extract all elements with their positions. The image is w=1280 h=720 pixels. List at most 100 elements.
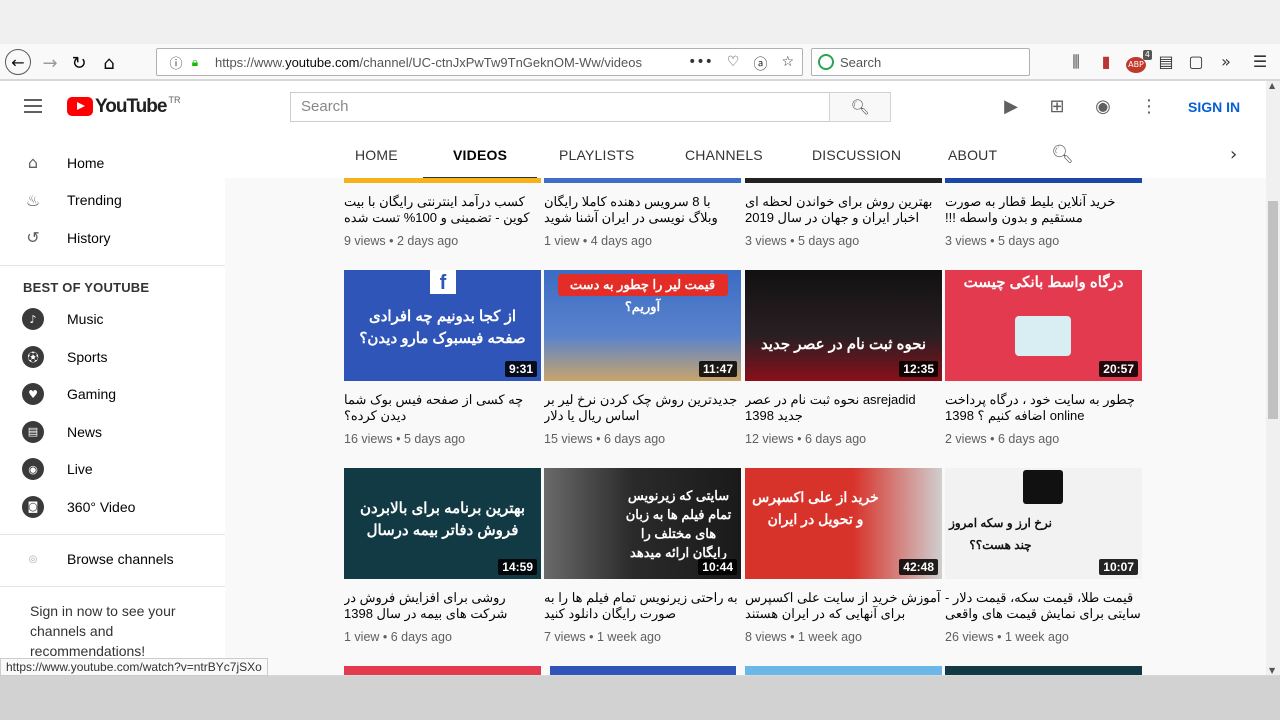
forward-button[interactable]: → <box>37 50 63 76</box>
video-title[interactable]: روشی برای افزایش فروش در شرکت های بیمه د… <box>344 590 541 622</box>
sidebar-item-music[interactable]: ♪ Music <box>0 301 225 339</box>
pocket-icon[interactable]: ♡ <box>727 54 740 74</box>
video-card[interactable]: درگاه واسط بانکی چیست 20:57 چطور به سایت… <box>945 270 1142 446</box>
video-thumbnail[interactable] <box>745 666 942 675</box>
video-meta: 7 views • 1 week ago <box>544 630 661 644</box>
scroll-down-arrow-icon[interactable]: ▼ <box>1269 666 1275 675</box>
video-thumbnail[interactable]: خرید از علی اکسپرس و تحویل در ایران 42:4… <box>745 468 942 579</box>
video-card[interactable]: نرخ ارز و سکه امروز چند هست؟؟ 10:07 قیمت… <box>945 468 1142 644</box>
tab-channels[interactable]: CHANNELS <box>685 147 763 163</box>
video-title[interactable]: asrejadid نحوه ثبت نام در عصر جدید 1398 <box>745 392 942 424</box>
video-thumbnail[interactable]: f از کجا بدونیم چه افرادی صفحه فیسبوک ما… <box>344 270 541 381</box>
youtube-header: YouTube TR Search 🔍︎ ▶ ⊞ ◉ ⋮ SIGN IN <box>0 81 1266 133</box>
browser-search-field[interactable]: Search <box>811 48 1030 76</box>
video-duration: 10:44 <box>698 559 737 575</box>
channel-search-icon[interactable]: 🔍︎ <box>1051 144 1074 165</box>
video-card[interactable]: سایتی که زیرنویس تمام فیلم ها به زبان ها… <box>544 468 741 644</box>
scroll-up-arrow-icon[interactable]: ▲ <box>1269 81 1275 90</box>
lock-icon[interactable]: 🔒︎ <box>187 55 203 70</box>
info-icon[interactable]: ⓘ <box>165 53 187 72</box>
video-card[interactable]: خرید آنلاین بلیط قطار به صورت مستقیم و ب… <box>945 178 1142 248</box>
vr-icon: ◙ <box>22 495 44 518</box>
page-actions-icon[interactable]: ••• <box>688 54 713 74</box>
video-meta: 3 views • 5 days ago <box>945 234 1060 248</box>
video-title[interactable]: قیمت طلا، قیمت سکه، قیمت دلار - سایتی بر… <box>945 590 1142 622</box>
video-card[interactable]: کسب درآمد اینترنتی رایگان با بیت کوین - … <box>344 178 541 248</box>
video-card[interactable]: بهترین برنامه برای بالابردن فروش دفاتر ب… <box>344 468 541 644</box>
video-card[interactable]: خرید از علی اکسپرس و تحویل در ایران 42:4… <box>745 468 942 644</box>
youtube-search-button[interactable]: 🔍︎ <box>829 92 891 122</box>
youtube-logo[interactable]: YouTube TR <box>67 95 180 116</box>
tab-discussion[interactable]: DISCUSSION <box>812 147 901 163</box>
sidebar-item-home[interactable]: ⌂ Home <box>0 144 225 182</box>
video-thumbnail[interactable] <box>550 666 736 675</box>
sidebar-item-trending[interactable]: ♨ Trending <box>0 182 225 220</box>
sidebar-item-gaming[interactable]: ♥ Gaming <box>0 376 225 414</box>
home-button[interactable]: ⌂ <box>96 50 122 76</box>
tab-home[interactable]: HOME <box>355 147 398 163</box>
library-icon[interactable]: ⫼ <box>1066 52 1086 73</box>
sidebar-item-news[interactable]: ▤ News <box>0 413 225 451</box>
bookmark-star-icon[interactable]: ☆ <box>781 54 794 74</box>
video-card[interactable]: f از کجا بدونیم چه افرادی صفحه فیسبوک ما… <box>344 270 541 446</box>
guide-sidebar: ⌂ Home ♨ Trending ↺ History BEST OF YOUTUBE… <box>0 133 225 659</box>
extension-icon[interactable]: ▮ <box>1096 52 1116 73</box>
overflow-chevron-icon[interactable]: » <box>1216 52 1236 73</box>
messages-icon[interactable]: ◉ <box>1092 96 1114 117</box>
url-bar[interactable]: ⓘ 🔒︎ https://www.youtube.com/channel/UC-… <box>156 48 803 76</box>
tab-videos[interactable]: VIDEOS <box>422 147 538 179</box>
tabs-next-chevron-icon[interactable]: › <box>1230 144 1237 165</box>
video-thumbnail[interactable] <box>945 666 1142 675</box>
video-title[interactable]: چطور به سایت خود ، درگاه پرداخت online ا… <box>945 392 1142 424</box>
apps-grid-icon[interactable]: ⊞ <box>1046 96 1068 117</box>
video-card[interactable]: نحوه ثبت نام در عصر جدید 12:35 asrejadid… <box>745 270 942 446</box>
video-thumbnail[interactable]: درگاه واسط بانکی چیست 20:57 <box>945 270 1142 381</box>
video-thumbnail[interactable] <box>344 666 541 675</box>
browse-channels-icon: ◎ <box>28 553 38 565</box>
adblock-icon[interactable]: ABP 4 <box>1126 50 1152 73</box>
window-icon[interactable]: ▢ <box>1186 52 1206 73</box>
video-title[interactable]: جدیدترین روش چک کردن نرخ لیر بر اساس ریا… <box>544 392 741 424</box>
video-title[interactable]: بهترین روش برای خواندن لحظه ای اخبار ایر… <box>745 194 942 226</box>
video-duration: 14:59 <box>498 559 537 575</box>
video-card[interactable]: بهترین روش برای خواندن لحظه ای اخبار ایر… <box>745 178 942 248</box>
video-meta: 1 view • 4 days ago <box>544 234 652 248</box>
video-thumbnail[interactable]: قیمت لیر را چطور به دست آوریم؟ 11:47 <box>544 270 741 381</box>
video-title[interactable]: خرید آنلاین بلیط قطار به صورت مستقیم و ب… <box>945 194 1142 226</box>
video-meta: 3 views • 5 days ago <box>745 234 860 248</box>
reader-icon[interactable]: ⓐ <box>753 54 767 74</box>
sidebar-item-360-video[interactable]: ◙ 360° Video <box>0 488 225 526</box>
video-thumbnail[interactable]: سایتی که زیرنویس تمام فیلم ها به زبان ها… <box>544 468 741 579</box>
news-icon: ▤ <box>22 420 44 443</box>
sidebar-item-history[interactable]: ↺ History <box>0 219 225 257</box>
reload-button[interactable]: ↻ <box>66 50 92 76</box>
video-title[interactable]: به راحتی زیرنویس تمام فیلم ها را به صورت… <box>544 590 741 622</box>
tab-about[interactable]: ABOUT <box>948 147 997 163</box>
tab-playlists[interactable]: PLAYLISTS <box>559 147 634 163</box>
video-card[interactable]: قیمت لیر را چطور به دست آوریم؟ 11:47 جدی… <box>544 270 741 446</box>
create-video-icon[interactable]: ▶ <box>1000 96 1022 117</box>
back-button[interactable]: ← <box>5 49 31 75</box>
video-thumbnail[interactable]: نرخ ارز و سکه امروز چند هست؟؟ 10:07 <box>945 468 1142 579</box>
video-meta: 16 views • 5 days ago <box>344 432 466 446</box>
guide-menu-icon[interactable] <box>24 99 42 113</box>
video-title[interactable]: چه کسی از صفحه فیس بوک شما دیدن کرده؟ <box>344 392 541 424</box>
video-card[interactable]: با 8 سرویس دهنده کاملا رایگان وبلاگ نویس… <box>544 178 741 248</box>
sidebar-item-sports[interactable]: ⚽︎ Sports <box>0 338 225 376</box>
youtube-search-input[interactable]: Search <box>290 92 830 122</box>
sidebar-item-browse-channels[interactable]: ◎ Browse channels <box>0 541 225 579</box>
video-title[interactable]: با 8 سرویس دهنده کاملا رایگان وبلاگ نویس… <box>544 194 741 226</box>
sign-in-button[interactable]: SIGN IN <box>1188 99 1240 115</box>
video-title[interactable]: آموزش خرید از سایت علی اکسپرس برای آنهای… <box>745 590 942 622</box>
video-title[interactable]: کسب درآمد اینترنتی رایگان با بیت کوین - … <box>344 194 541 226</box>
video-thumbnail[interactable]: بهترین برنامه برای بالابردن فروش دفاتر ب… <box>344 468 541 579</box>
sidebar-item-live[interactable]: ◉ Live <box>0 451 225 489</box>
more-options-icon[interactable]: ⋮ <box>1138 96 1160 117</box>
window-bottom-strip <box>0 676 1280 720</box>
page-scrollbar[interactable]: ▲ ▼ <box>1266 81 1280 675</box>
signin-prompt: Sign in now to see your channels and rec… <box>30 603 176 659</box>
menu-icon[interactable]: ☰ <box>1250 52 1270 73</box>
video-thumbnail[interactable]: نحوه ثبت نام در عصر جدید 12:35 <box>745 270 942 381</box>
scrollbar-thumb[interactable] <box>1268 201 1278 419</box>
sidebar-toggle-icon[interactable]: ▤ <box>1156 52 1176 73</box>
